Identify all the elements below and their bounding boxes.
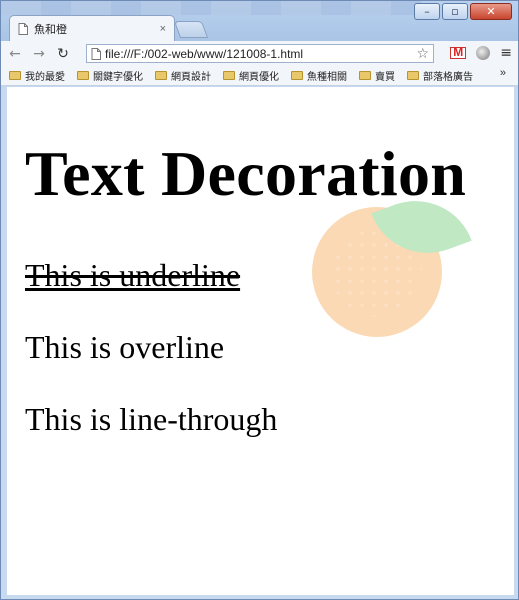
- tab-title: 魚和橙: [34, 24, 67, 36]
- title-bar: – ▫ ✕ 魚和橙 ×: [1, 1, 518, 42]
- forward-icon[interactable]: →: [31, 46, 47, 62]
- text-line-line-through: This is line-through: [25, 401, 278, 437]
- blurred-title-strip: [1, 1, 421, 15]
- bookmark-item[interactable]: 賣買: [359, 68, 395, 83]
- bookmark-item[interactable]: 網頁優化: [223, 68, 279, 83]
- folder-icon: [223, 71, 235, 80]
- bookmarks-bar: 我的最愛 關鍵字優化 網頁設計 網頁優化 魚種相關 賣買 部落格廣告 »: [1, 66, 518, 86]
- folder-icon: [155, 71, 167, 80]
- folder-icon: [291, 71, 303, 80]
- text-line-overline: This is overline: [25, 329, 225, 365]
- bookmark-item[interactable]: 我的最愛: [9, 68, 65, 83]
- page-icon: [18, 23, 28, 35]
- gmail-icon[interactable]: [450, 45, 467, 59]
- bookmarks-overflow-icon[interactable]: »: [500, 67, 506, 79]
- page-content: Text Decoration This is underline This i…: [7, 87, 514, 595]
- menu-icon[interactable]: ≡: [500, 45, 512, 61]
- toolbar: ← → ↻ file:///F:/002-web/www/121008-1.ht…: [1, 41, 518, 66]
- reload-icon[interactable]: ↻: [55, 46, 71, 62]
- url-text[interactable]: file:///F:/002-web/www/121008-1.html: [105, 47, 412, 61]
- folder-icon: [9, 71, 21, 80]
- tab-close-icon[interactable]: ×: [160, 23, 166, 35]
- new-tab-button[interactable]: [173, 21, 209, 38]
- folder-icon: [407, 71, 419, 80]
- close-window-button[interactable]: ✕: [470, 3, 512, 20]
- window-controls: – ▫ ✕: [414, 3, 512, 20]
- bookmark-item[interactable]: 關鍵字優化: [77, 68, 143, 83]
- bookmark-star-icon[interactable]: ☆: [416, 46, 429, 62]
- page-heading: Text Decoration: [25, 138, 467, 209]
- back-icon[interactable]: ←: [7, 46, 23, 62]
- bookmark-item[interactable]: 網頁設計: [155, 68, 211, 83]
- minimize-button[interactable]: –: [414, 3, 440, 20]
- bookmark-item[interactable]: 魚種相關: [291, 68, 347, 83]
- folder-icon: [77, 71, 89, 80]
- bookmark-item[interactable]: 部落格廣告: [407, 68, 473, 83]
- browser-window: – ▫ ✕ 魚和橙 × ← → ↻ file:///F:/002-web/www…: [0, 0, 519, 600]
- extension-icons: ≡: [450, 45, 512, 61]
- folder-icon: [359, 71, 371, 80]
- page-icon: [91, 47, 101, 60]
- tab-active[interactable]: 魚和橙 ×: [9, 15, 175, 42]
- text-line-underline: This is underline: [25, 257, 241, 293]
- maximize-button[interactable]: ▫: [442, 3, 468, 20]
- extension-icon[interactable]: [476, 46, 491, 60]
- address-bar[interactable]: file:///F:/002-web/www/121008-1.html ☆: [86, 44, 434, 63]
